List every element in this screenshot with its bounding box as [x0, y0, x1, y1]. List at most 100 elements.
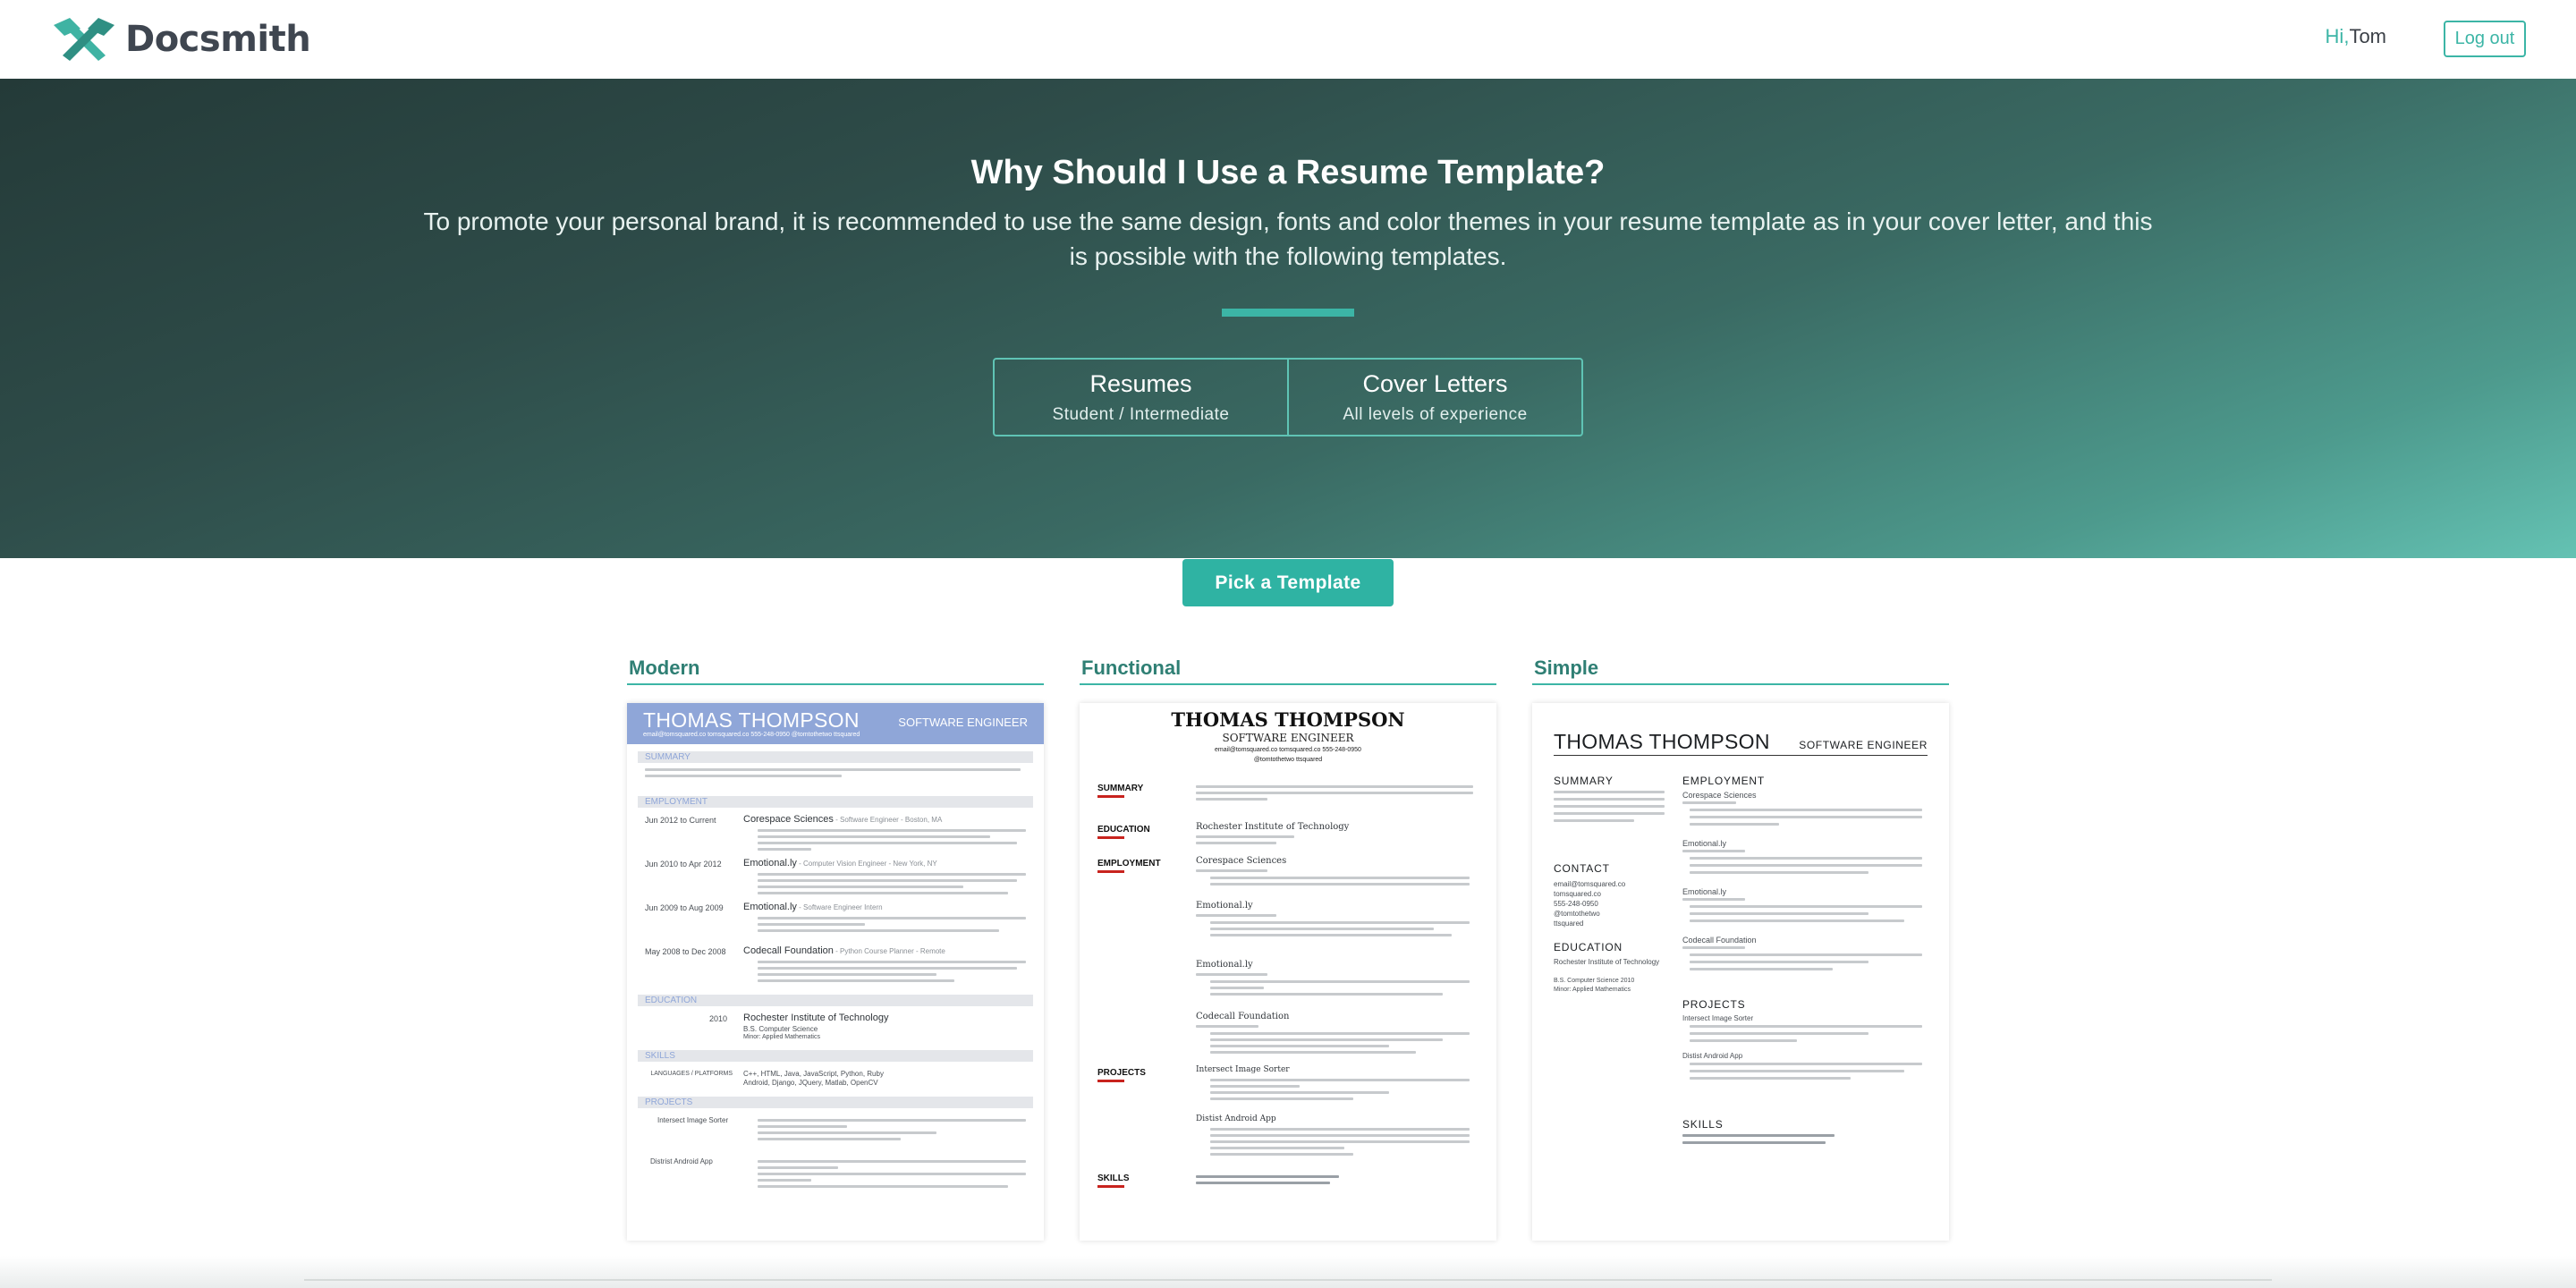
- text-line: [1682, 898, 1745, 901]
- section-accent-bar: [1097, 1080, 1124, 1082]
- user-greeting: Hi,Tom: [2326, 25, 2386, 48]
- tab-resumes-sub: Student / Intermediate: [1052, 404, 1230, 424]
- job-dates: Jun 2009 to Aug 2009: [645, 903, 724, 912]
- text-line: [758, 961, 1026, 963]
- pick-template-button[interactable]: Pick a Template: [1182, 559, 1394, 606]
- tab-resumes[interactable]: Resumes Student / Intermediate: [995, 360, 1287, 435]
- text-line: [758, 1119, 1026, 1122]
- text-line: [1196, 869, 1267, 872]
- text-line: [1690, 905, 1922, 908]
- modern-section-projects: PROJECTS: [638, 1097, 1033, 1108]
- functional-section-projects: PROJECTS: [1097, 1068, 1146, 1078]
- text-line: [758, 967, 1017, 970]
- logout-button[interactable]: Log out: [2444, 21, 2526, 57]
- text-line: [758, 1179, 811, 1182]
- simple-edu-school: Rochester Institute of Technology: [1554, 958, 1660, 966]
- job-title: Emotional.ly - Computer Vision Engineer …: [743, 858, 937, 869]
- simple-contact-email: email@tomsquared.co: [1554, 880, 1626, 888]
- text-line: [1690, 1025, 1922, 1028]
- simple-job: Codecall Foundation: [1682, 936, 1757, 945]
- hero-title: Why Should I Use a Resume Template?: [970, 154, 1606, 191]
- simple-contact-phone: 555-248-0950: [1554, 900, 1598, 908]
- text-line: [645, 775, 842, 777]
- brand-logo[interactable]: Docsmith: [50, 16, 311, 63]
- text-line: [1690, 871, 1868, 874]
- section-accent-bar: [1097, 870, 1124, 873]
- skills-line-1: C++, HTML, Java, JavaScript, Python, Rub…: [743, 1070, 884, 1078]
- job-dates: Jun 2012 to Current: [645, 816, 716, 825]
- text-line: [1196, 835, 1294, 838]
- edu-school: Rochester Institute of Technology: [743, 1013, 889, 1023]
- edu-year: 2010: [709, 1014, 728, 1023]
- tab-cover-letters[interactable]: Cover Letters All levels of experience: [1287, 360, 1581, 435]
- text-line: [1210, 1128, 1470, 1131]
- text-line: [1210, 1045, 1389, 1047]
- simple-name: THOMAS THOMPSON: [1554, 730, 1770, 753]
- template-card-functional[interactable]: THOMAS THOMPSON SOFTWARE ENGINEER email@…: [1080, 703, 1496, 1241]
- document-type-toggle: Resumes Student / Intermediate Cover Let…: [993, 358, 1583, 436]
- text-line: [1554, 798, 1665, 801]
- functional-section-summary: SUMMARY: [1097, 784, 1144, 793]
- text-line: [758, 979, 954, 982]
- text-line: [1196, 798, 1267, 801]
- hero-subtitle: To promote your personal brand, it is re…: [423, 208, 2153, 270]
- functional-section-education: EDUCATION: [1097, 825, 1150, 835]
- text-line: [1210, 1032, 1470, 1035]
- text-line: [1690, 953, 1922, 956]
- text-line: [1210, 921, 1470, 924]
- modern-section-skills: SKILLS: [638, 1050, 1033, 1062]
- tab-cover-letters-label: Cover Letters: [1362, 369, 1508, 397]
- job-company: Codecall Foundation: [743, 945, 834, 956]
- text-line: [1690, 1070, 1904, 1072]
- text-line: [1210, 1140, 1470, 1143]
- text-line: [1690, 816, 1922, 818]
- section-accent-bar: [1097, 836, 1124, 839]
- modern-section-summary: SUMMARY: [638, 751, 1033, 763]
- hero-banner: Why Should I Use a Resume Template? To p…: [0, 79, 2576, 558]
- text-line: [1210, 987, 1264, 989]
- functional-contact: email@tomsquared.co tomsquared.co 555-24…: [1215, 747, 1361, 753]
- text-line: [1210, 1085, 1300, 1088]
- text-line: [1210, 877, 1470, 879]
- text-line: [1682, 1134, 1835, 1137]
- text-line: [1196, 1175, 1339, 1178]
- section-accent-bar: [1097, 795, 1124, 798]
- text-line: [1690, 919, 1904, 922]
- text-line: [1196, 842, 1276, 844]
- text-line: [1210, 934, 1452, 936]
- modern-role: SOFTWARE ENGINEER: [898, 716, 1028, 729]
- text-line: [1210, 1153, 1353, 1156]
- text-line: [1682, 801, 1736, 804]
- text-line: [1210, 1097, 1353, 1100]
- simple-contact-twitter: @tomtothetwo: [1554, 910, 1600, 918]
- job-dates: Jun 2010 to Apr 2012: [645, 860, 722, 869]
- text-line: [1210, 993, 1443, 996]
- text-line: [1690, 1039, 1797, 1042]
- top-nav: Docsmith Hi,Tom Log out: [0, 0, 2576, 79]
- text-line: [758, 848, 811, 851]
- text-line: [758, 1173, 1026, 1175]
- text-line: [1196, 792, 1473, 794]
- text-line: [645, 768, 1021, 771]
- template-card-modern[interactable]: THOMAS THOMPSON SOFTWARE ENGINEER email@…: [627, 703, 1044, 1241]
- simple-section-contact: CONTACT: [1554, 862, 1610, 875]
- template-label-functional: Functional: [1080, 657, 1496, 685]
- job-title: Corespace Sciences - Software Engineer -…: [743, 814, 942, 825]
- text-line: [1682, 946, 1745, 949]
- job-detail: - Software Engineer - Boston, MA: [833, 816, 943, 824]
- text-line: [1196, 785, 1473, 788]
- text-line: [1690, 961, 1868, 963]
- brand-name: Docsmith: [125, 19, 311, 60]
- skills-line-2: Android, Django, JQuery, Matlab, OpenCV: [743, 1079, 878, 1087]
- simple-job: Emotional.ly: [1682, 887, 1727, 896]
- simple-edu-degree: B.S. Computer Science 2010: [1554, 978, 1635, 984]
- text-line: [758, 1166, 838, 1169]
- modern-contact: email@tomsquared.co tomsquared.co 555-24…: [643, 732, 860, 738]
- page-bottom-edge: [304, 1279, 2272, 1281]
- job-detail: - Computer Vision Engineer - New York, N…: [796, 860, 937, 868]
- template-card-simple[interactable]: THOMAS THOMPSON SOFTWARE ENGINEER SUMMAR…: [1532, 703, 1949, 1241]
- text-line: [1210, 1091, 1389, 1094]
- simple-section-employment: EMPLOYMENT: [1682, 775, 1766, 787]
- project-name: Intersect Image Sorter: [657, 1116, 729, 1124]
- skills-label: LANGUAGES / PLATFORMS: [650, 1071, 733, 1077]
